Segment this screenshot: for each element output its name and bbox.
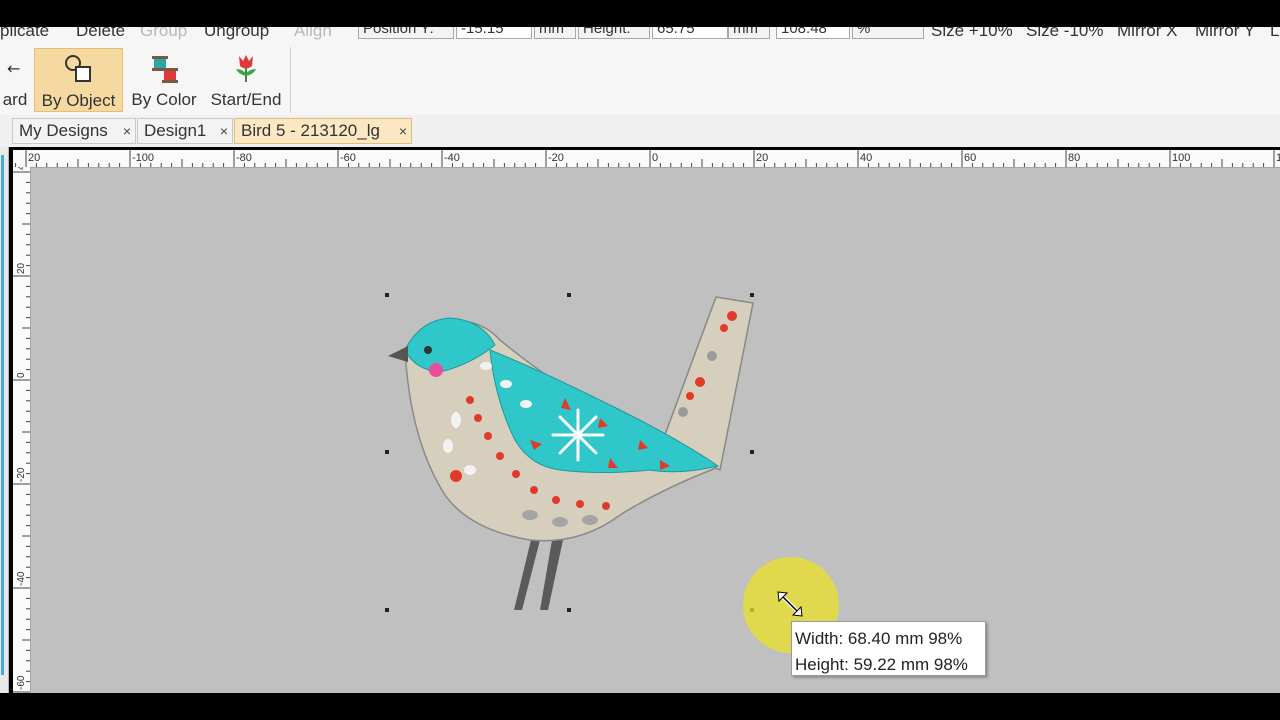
ribbon-separator <box>290 47 291 113</box>
mirror-y-button[interactable]: Mirror Y <box>1195 27 1255 41</box>
size-up-button[interactable]: Size +10% <box>931 27 1013 41</box>
ruler-label: 40 <box>16 167 27 170</box>
align-button[interactable]: Align <box>294 27 332 41</box>
flower-pin-icon <box>226 52 266 84</box>
height-unit-select[interactable]: mm <box>728 27 770 39</box>
design-canvas[interactable] <box>31 168 1280 693</box>
by-object-label: By Object <box>41 91 116 110</box>
position-y-label: Position Y: <box>358 27 454 39</box>
ruler-label: 1 <box>1276 152 1280 164</box>
ruler-label: 20 <box>756 152 768 164</box>
delete-button[interactable]: Delete <box>76 27 125 41</box>
scale-input[interactable]: 108.48 <box>776 27 850 39</box>
ruler-label: -40 <box>444 152 460 164</box>
ruler-label: -80 <box>236 152 252 164</box>
scale-unit-select[interactable]: % <box>852 27 924 39</box>
ruler-label: 0 <box>16 372 27 378</box>
by-color-label: By Color <box>131 90 197 109</box>
wing-flower <box>551 408 605 462</box>
tooltip-width: Width: 68.40 mm 98% <box>795 629 963 648</box>
close-icon[interactable]: × <box>123 119 131 143</box>
ruler-label: -100 <box>132 152 154 164</box>
spools-icon <box>144 52 184 84</box>
horizontal-ruler: 20-100-80-60-40-200204060801001 <box>13 150 1280 168</box>
tab-bird-5[interactable]: Bird 5 - 213120_lg × <box>234 118 412 144</box>
left-panel-edge <box>0 147 9 693</box>
svg-text:←: ← <box>7 59 20 78</box>
arrow-icon: ← <box>5 52 25 84</box>
close-icon[interactable]: × <box>220 119 228 143</box>
close-icon[interactable]: × <box>399 119 407 143</box>
height-label: Height: <box>578 27 650 39</box>
by-color-button[interactable]: By Color <box>126 48 202 112</box>
toolbar-overflow-item[interactable]: L <box>1270 27 1279 41</box>
by-object-button[interactable]: By Object <box>34 48 123 112</box>
mirror-x-button[interactable]: Mirror X <box>1117 27 1177 41</box>
height-input[interactable]: 65.75 <box>652 27 728 39</box>
ungroup-button[interactable]: Ungroup <box>204 27 269 41</box>
ruler-label: -20 <box>16 467 27 482</box>
bird-cheek <box>429 363 443 377</box>
ruler-label: 40 <box>860 152 872 164</box>
forward-label: ard <box>2 90 28 109</box>
tooltip-height: Height: 59.22 mm 98% <box>795 655 968 674</box>
ruler-label: 20 <box>16 262 27 274</box>
ruler-label: 100 <box>1172 152 1190 164</box>
bird-eye <box>424 346 432 354</box>
ruler-label: -60 <box>16 675 27 690</box>
group-button[interactable]: Group <box>140 27 187 41</box>
bird-legs <box>514 540 563 610</box>
forward-button[interactable]: ← ard <box>0 48 30 112</box>
horizontal-ruler-scale: 20-100-80-60-40-200204060801001 <box>15 150 1280 167</box>
bird-embroidery-design[interactable] <box>388 296 754 610</box>
position-y-input[interactable]: -15.15 <box>456 27 532 39</box>
ruler-label: -60 <box>340 152 356 164</box>
vertical-ruler: 40 20 0 -20 -40 -60 <box>13 167 31 693</box>
ruler-label: -20 <box>548 152 564 164</box>
ribbon-panel: ← ard By Object By Color Start/End <box>0 45 1280 116</box>
duplicate-button[interactable]: plicate <box>0 27 49 41</box>
resize-tooltip: Width: 68.40 mm 98% Height: 59.22 mm 98% <box>791 621 986 676</box>
resize-diagonal-icon <box>777 591 803 617</box>
tab-design1[interactable]: Design1 × <box>137 118 233 144</box>
window-top-bar <box>0 0 1280 27</box>
ruler-label: 20 <box>28 152 40 164</box>
bird-beak <box>388 346 408 362</box>
size-down-button[interactable]: Size -10% <box>1026 27 1103 41</box>
tab-label: Design1 <box>144 121 207 140</box>
ruler-label: 80 <box>1068 152 1080 164</box>
shapes-icon <box>59 53 99 85</box>
properties-toolbar: plicate Delete Group Ungroup Align Posit… <box>0 27 1280 45</box>
tab-my-designs[interactable]: My Designs × <box>12 118 136 144</box>
window-bottom-bar <box>0 693 1280 720</box>
vertical-ruler-scale: 40 20 0 -20 -40 -60 <box>13 167 30 693</box>
panel-accent <box>1 155 4 675</box>
position-unit-select[interactable]: mm <box>534 27 576 39</box>
ruler-label: 60 <box>964 152 976 164</box>
ruler-label: 0 <box>652 152 658 164</box>
tab-label: My Designs <box>19 121 108 140</box>
document-tab-bar: My Designs × Design1 × Bird 5 - 213120_l… <box>0 115 1280 147</box>
design-canvas-svg <box>385 293 754 612</box>
ruler-label: -40 <box>16 571 27 586</box>
start-end-label: Start/End <box>210 90 282 109</box>
tab-label: Bird 5 - 213120_lg <box>241 121 380 140</box>
start-end-button[interactable]: Start/End <box>205 48 287 112</box>
